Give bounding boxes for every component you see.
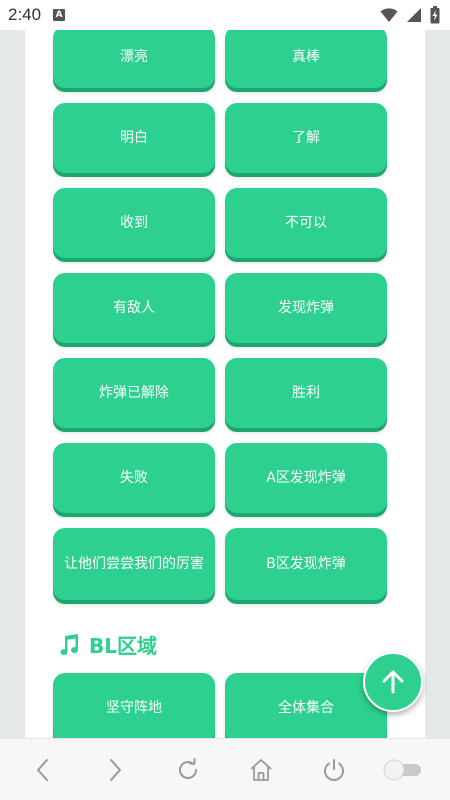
toggle-icon bbox=[383, 759, 421, 781]
power-icon bbox=[324, 759, 344, 781]
voice-button-youdiren[interactable]: 有敌人 bbox=[53, 273, 215, 343]
scroll-top-button[interactable] bbox=[363, 652, 423, 712]
voice-button-shoudao[interactable]: 收到 bbox=[53, 188, 215, 258]
voice-button-jianshouzhendi[interactable]: 坚守阵地 bbox=[53, 673, 215, 738]
voice-button-taste[interactable]: 让他们尝尝我们的厉害 bbox=[53, 528, 215, 600]
forward-button[interactable] bbox=[98, 753, 132, 787]
home-icon bbox=[250, 759, 272, 781]
voice-button-mingbai[interactable]: 明白 bbox=[53, 103, 215, 173]
voice-button-zhenbang[interactable]: 真棒 bbox=[225, 30, 387, 88]
a-icon: A bbox=[53, 9, 66, 21]
back-button[interactable] bbox=[26, 753, 60, 787]
toggle-switch[interactable] bbox=[380, 753, 426, 787]
bottom-toolbar bbox=[0, 738, 450, 800]
voice-button-a-bomb[interactable]: A区发现炸弹 bbox=[225, 443, 387, 513]
voice-button-zhadanyijiechu[interactable]: 炸弹已解除 bbox=[53, 358, 215, 428]
forward-icon bbox=[110, 759, 121, 781]
section-title: BL区域 bbox=[89, 634, 157, 658]
status-bar: 2:40 A bbox=[0, 0, 450, 30]
voice-button-shibai[interactable]: 失败 bbox=[53, 443, 215, 513]
app-screen: 2:40 A 漂亮 真棒 明白 了解 收到 不可以 有敌人 发现炸弹 炸弹已解除 bbox=[0, 0, 450, 800]
refresh-button[interactable] bbox=[171, 753, 205, 787]
content-card: 漂亮 真棒 明白 了解 收到 不可以 有敌人 发现炸弹 炸弹已解除 胜利 失败 … bbox=[25, 30, 425, 738]
music-note-icon bbox=[60, 633, 79, 655]
power-button[interactable] bbox=[317, 753, 351, 787]
section-heading: BL区域 bbox=[57, 630, 157, 659]
status-time: 2:40 bbox=[8, 5, 42, 24]
voice-button-bukeyi[interactable]: 不可以 bbox=[225, 188, 387, 258]
wifi-icon bbox=[380, 8, 398, 22]
arrow-up-icon bbox=[382, 670, 404, 694]
voice-button-shengli[interactable]: 胜利 bbox=[225, 358, 387, 428]
home-button[interactable] bbox=[244, 753, 278, 787]
voice-button-liaojie[interactable]: 了解 bbox=[225, 103, 387, 173]
signal-icon bbox=[407, 8, 421, 22]
back-icon bbox=[37, 759, 48, 781]
status-icons bbox=[380, 6, 440, 24]
battery-charging-icon bbox=[430, 6, 440, 24]
voice-button-faxianzhadan[interactable]: 发现炸弹 bbox=[225, 273, 387, 343]
voice-button-b-bomb[interactable]: B区发现炸弹 bbox=[225, 528, 387, 600]
voice-button-piaoliang[interactable]: 漂亮 bbox=[53, 30, 215, 88]
refresh-icon bbox=[179, 758, 197, 779]
